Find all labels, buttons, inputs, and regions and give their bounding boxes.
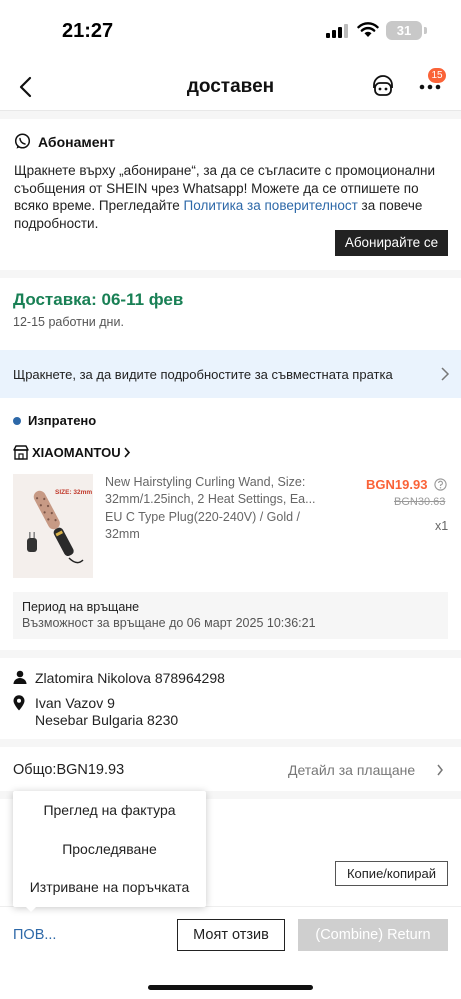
subscription-text: Щракнете върху „абониране“, за да се съг… — [14, 162, 450, 232]
chevron-right-icon[interactable] — [436, 764, 444, 776]
whatsapp-icon — [14, 133, 31, 149]
wifi-icon — [357, 22, 379, 37]
original-price: BGN30.63 — [394, 496, 446, 508]
product-price: BGN19.93 — [366, 477, 428, 492]
section-gap — [0, 111, 461, 119]
copy-button[interactable]: Копие/копирай — [335, 861, 448, 886]
product-image[interactable]: SIZE: 32mm — [13, 474, 93, 578]
status-dot — [13, 417, 21, 425]
recipient-name: Zlatomira Nikolova 878964298 — [35, 670, 225, 686]
status-time: 21:27 — [62, 20, 114, 42]
order-total: Общо:BGN19.93 — [13, 762, 125, 778]
menu-item-view-invoice[interactable]: Преглед на фактура — [13, 802, 206, 818]
menu-item-tracking[interactable]: Проследяване — [13, 841, 206, 857]
battery-tip — [424, 27, 427, 34]
return-deadline: Възможност за връщане до 06 март 2025 10… — [22, 616, 316, 630]
customer-support-icon[interactable] — [370, 74, 396, 100]
address-line-1: Ivan Vazov 9 — [35, 695, 115, 711]
section-gap — [0, 739, 461, 747]
menu-item-delete-order[interactable]: Изтриване на поръчката — [13, 879, 206, 895]
home-indicator — [148, 985, 313, 990]
notification-badge: 15 — [428, 68, 446, 83]
product-quantity: x1 — [435, 519, 449, 533]
more-actions-link[interactable]: ПОВ... — [13, 927, 56, 943]
cellular-signal-icon — [326, 24, 348, 38]
person-icon — [13, 670, 27, 684]
store-icon[interactable] — [13, 445, 29, 460]
return-period-title: Период на връщане — [22, 600, 140, 614]
combine-return-button[interactable]: (Combine) Return — [298, 919, 448, 951]
store-name-link[interactable]: XIAOMANTOU — [32, 445, 121, 460]
payment-detail-link[interactable]: Детайл за плащане — [288, 762, 415, 778]
battery-level: 31 — [396, 23, 412, 38]
package-status: Изпратено — [28, 413, 97, 428]
chevron-right-icon[interactable] — [123, 447, 131, 458]
image-size-label: SIZE: 32mm — [55, 489, 92, 496]
combined-shipment-text[interactable]: Щракнете, за да видите подробностите за … — [13, 367, 393, 382]
battery-icon: 31 — [386, 21, 422, 40]
privacy-policy-link[interactable]: Политика за поверителност — [184, 198, 358, 213]
subscribe-button[interactable]: Абонирайте се — [335, 230, 448, 256]
section-gap — [0, 650, 461, 658]
product-variant: EU C Type Plug(220-240V) / Gold / 32mm — [105, 510, 301, 541]
chevron-right-icon[interactable] — [439, 367, 451, 381]
my-review-button[interactable]: Моят отзив — [177, 919, 285, 951]
more-actions-popup: Преглед на фактура Проследяване Изтриван… — [13, 791, 206, 907]
subscription-title: Абонамент — [38, 134, 115, 150]
delivery-title: Доставка: 06-11 фев — [13, 290, 184, 309]
address-line-2: Nesebar Bulgaria 8230 — [35, 712, 179, 728]
curling-wand-image: SIZE: 32mm — [13, 474, 93, 578]
product-name[interactable]: New Hairstyling Curling Wand, Size: 32mm… — [105, 474, 337, 507]
delivery-days: 12-15 работни дни. — [13, 315, 124, 329]
question-icon[interactable] — [434, 478, 447, 491]
location-pin-icon — [13, 695, 25, 711]
popup-pointer — [24, 905, 38, 912]
section-gap — [0, 270, 461, 278]
